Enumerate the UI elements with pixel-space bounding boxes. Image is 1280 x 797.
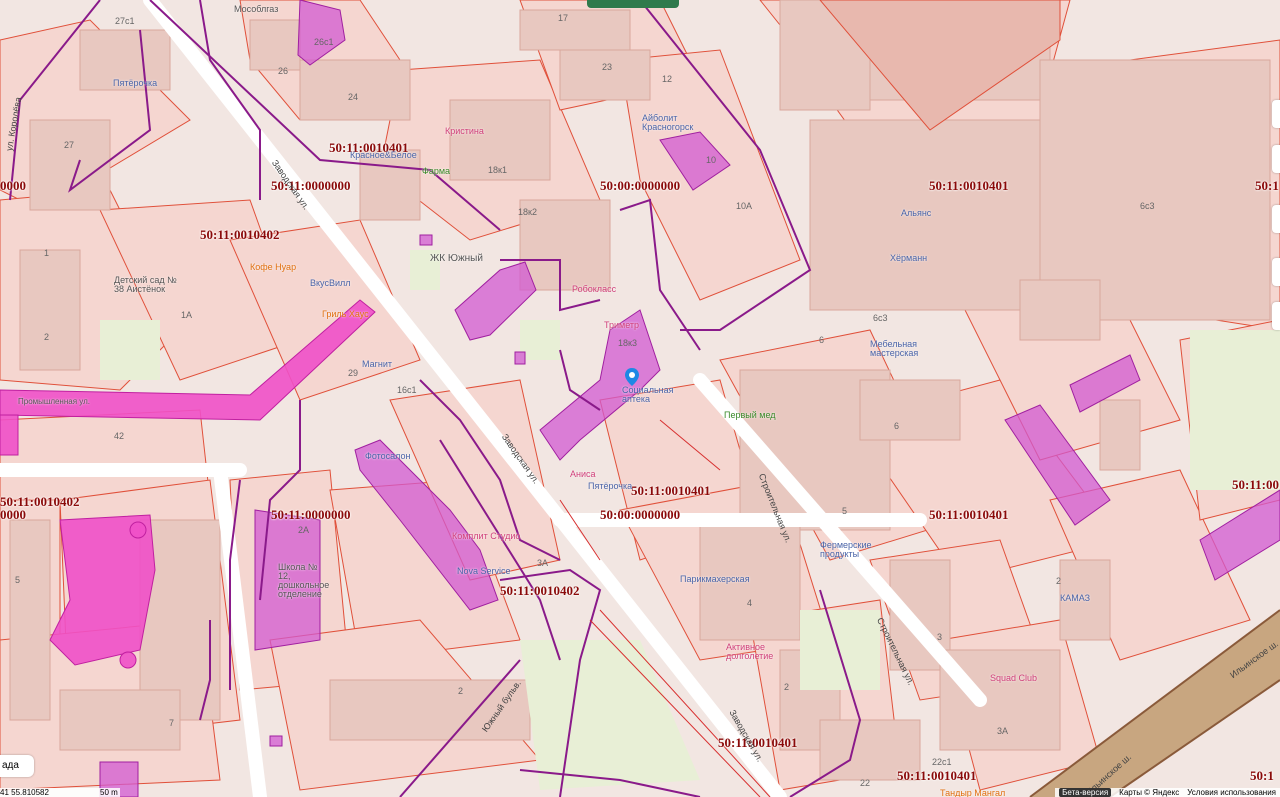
poi-hormann[interactable]: Хёрманн xyxy=(890,253,927,263)
house-number: 26 xyxy=(278,66,289,76)
location-pin-icon[interactable] xyxy=(625,368,639,386)
poi-anisa[interactable]: Аниса xyxy=(570,469,596,479)
house-number: 22 xyxy=(860,778,871,788)
poi-pervy-med[interactable]: Первый мед xyxy=(724,410,776,420)
house-number: 3 xyxy=(937,632,943,642)
cadastral-label[interactable]: 50:11:0010401 xyxy=(631,483,710,499)
house-number: 1А xyxy=(181,310,193,320)
side-control-button[interactable] xyxy=(1272,302,1280,330)
poi-krasnoe-beloe[interactable]: Красное&Белое xyxy=(350,150,417,160)
poi-alyans[interactable]: Альянс xyxy=(901,208,931,218)
terms-link[interactable]: Условия использования xyxy=(1187,788,1276,797)
map-tooltip-label[interactable]: ада xyxy=(0,755,34,777)
cadastral-label[interactable]: 50:11:0010401 xyxy=(929,507,1008,523)
poi-squad-club[interactable]: Squad Club xyxy=(990,673,1037,683)
house-number: 4 xyxy=(747,598,753,608)
house-number: 10А xyxy=(736,201,753,211)
poi-hairdresser[interactable]: Парикмахерская xyxy=(680,574,750,584)
house-number: 1 xyxy=(44,248,50,258)
house-number: 3А xyxy=(997,726,1009,736)
cadastral-label[interactable]: 50:00:0000000 xyxy=(600,507,680,523)
copyright-link[interactable]: Карты © Яндекс xyxy=(1119,788,1179,797)
house-number: 2А xyxy=(298,525,310,535)
side-control-button[interactable] xyxy=(1272,258,1280,286)
map-footer: Бета-версия Карты © Яндекс Условия испол… xyxy=(1055,788,1280,797)
house-number: 27 xyxy=(64,140,75,150)
cadastral-label[interactable]: 50:11:0010401 xyxy=(929,178,1008,194)
poi-trimetr[interactable]: Триметр xyxy=(604,320,639,330)
cadastral-label[interactable]: 50:00:0000000 xyxy=(600,178,680,194)
house-number: 5 xyxy=(842,506,848,516)
poi-vkusvill[interactable]: ВкусВилл xyxy=(310,278,350,288)
house-number: 10 xyxy=(706,155,717,165)
house-number: 6с3 xyxy=(1140,201,1155,211)
cadastral-label[interactable]: 50:11:0010402 xyxy=(200,227,279,243)
poi-kindergarten[interactable]: Детский сад № 38 Аистёнок xyxy=(114,276,184,294)
house-number: 18к1 xyxy=(488,165,507,175)
poi-aibolit[interactable]: Айболит Красногорск xyxy=(642,114,702,132)
house-number: 2 xyxy=(784,682,790,692)
side-control-button[interactable] xyxy=(1272,145,1280,173)
house-number: 2 xyxy=(44,332,50,342)
poi-active-longevity[interactable]: Активное долголетие xyxy=(726,643,786,661)
side-control-button[interactable] xyxy=(1272,205,1280,233)
house-number: 2 xyxy=(1056,576,1062,586)
house-number: 26с1 xyxy=(314,37,334,47)
map-view[interactable]: 50:11:0010401 50:11:0000000 50:00:000000… xyxy=(0,0,1280,797)
poi-farm-products[interactable]: Фермерские продукты xyxy=(820,541,872,559)
poi-kofe-nuar[interactable]: Кофе Нуар xyxy=(250,262,296,272)
cadastral-label[interactable]: 50:11:0010401 xyxy=(1232,477,1280,493)
house-number: 6с3 xyxy=(873,313,888,323)
poi-kamaz[interactable]: КАМАЗ xyxy=(1060,593,1090,603)
house-number: 6 xyxy=(819,335,825,345)
house-number: 27с1 xyxy=(115,16,135,26)
house-number: 24 xyxy=(348,92,359,102)
top-action-button[interactable] xyxy=(587,0,679,8)
poi-pyaterochka-2[interactable]: Пятёрочка xyxy=(588,481,632,491)
house-number: 18к3 xyxy=(618,338,637,348)
beta-badge[interactable]: Бета-версия xyxy=(1059,788,1112,797)
poi-tandyr-mangal[interactable]: Тандыр Мангал xyxy=(940,788,1005,797)
house-number: 16с1 xyxy=(397,385,417,395)
house-number: 12 xyxy=(662,74,673,84)
house-number: 6 xyxy=(894,421,900,431)
poi-photo-salon[interactable]: Фотосалон xyxy=(365,451,411,461)
poi-komplit-studio[interactable]: Комплит Студио xyxy=(452,531,520,541)
poi-social-pharmacy[interactable]: Социальная аптека xyxy=(622,386,673,404)
poi-zhk-yuzhny[interactable]: ЖК Южный xyxy=(430,253,483,264)
cadastral-label[interactable]: 50:11:0010401 xyxy=(897,768,976,784)
house-number: 22с1 xyxy=(932,757,952,767)
side-control-button[interactable] xyxy=(1272,100,1280,128)
cadastral-label[interactable]: 50:1 xyxy=(1250,768,1274,784)
poi-furniture-workshop[interactable]: Мебельная мастерская xyxy=(870,340,930,358)
poi-grill-house[interactable]: Гриль Хаус xyxy=(322,309,369,319)
house-number: 7 xyxy=(169,718,175,728)
cadastral-label[interactable]: 0000 xyxy=(0,178,26,194)
poi-nova-service[interactable]: Nova Service xyxy=(457,566,511,576)
poi-kristina[interactable]: Кристина xyxy=(445,126,484,136)
poi-school-12[interactable]: Школа № 12, дошкольное отделение xyxy=(278,563,329,599)
poi-industrial-street: Промышленная ул. xyxy=(18,397,90,406)
house-number: 42 xyxy=(114,431,125,441)
house-number: 29 xyxy=(348,368,359,378)
cadastral-label[interactable]: 50:11:0000000 xyxy=(271,507,350,523)
house-number: 5 xyxy=(15,575,21,585)
cadastral-label[interactable]: 50:11:0010402 xyxy=(500,583,579,599)
house-number: 17 xyxy=(558,13,569,23)
house-number: 23 xyxy=(602,62,613,72)
poi-farma[interactable]: Фарма xyxy=(422,166,450,176)
poi-pyaterochka[interactable]: Пятёрочка xyxy=(113,78,157,88)
cadastral-label[interactable]: 0000 xyxy=(0,507,26,523)
poi-robokласс[interactable]: Робокласс xyxy=(572,284,616,294)
poi-mosoblgaz[interactable]: Мособлгаз xyxy=(234,4,278,14)
cadastral-label[interactable]: 50:1 xyxy=(1255,178,1279,194)
house-number: 3А xyxy=(537,558,549,568)
poi-magnit[interactable]: Магнит xyxy=(362,359,392,369)
house-number: 2 xyxy=(458,686,464,696)
scale-label: 50 m xyxy=(100,788,118,797)
house-number: 18к2 xyxy=(518,207,537,217)
